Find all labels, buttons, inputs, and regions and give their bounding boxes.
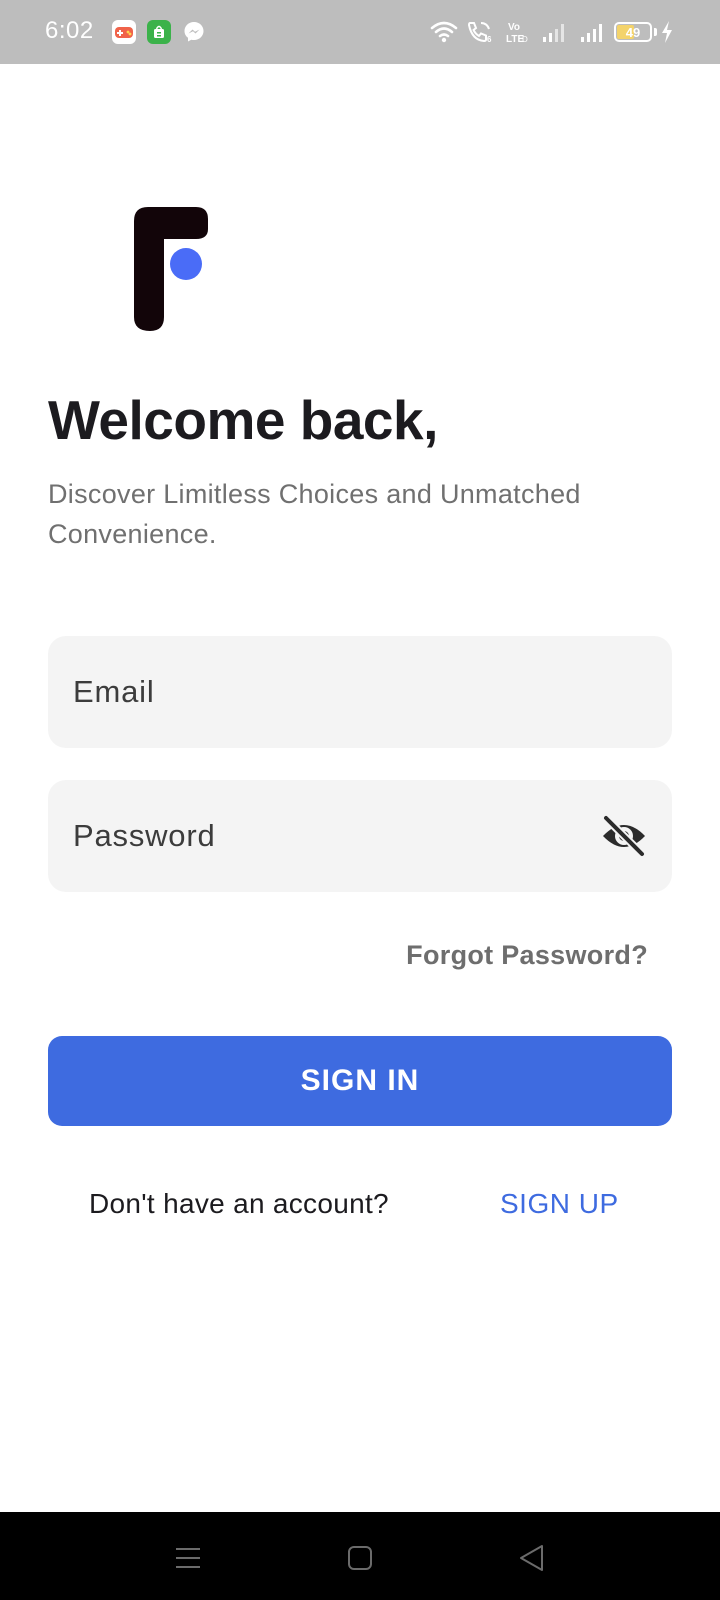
volte-icon: Vo LTE D <box>506 22 528 44</box>
status-time: 6:02 <box>45 17 94 44</box>
svg-text:6: 6 <box>487 35 492 44</box>
back-icon[interactable] <box>516 1542 548 1574</box>
navigation-bar <box>0 1512 720 1600</box>
forgot-password-link[interactable]: Forgot Password? <box>406 940 648 971</box>
charging-icon <box>662 21 672 43</box>
signup-prompt: Don't have an account? <box>89 1188 389 1219</box>
brand-logo-icon <box>134 207 208 331</box>
eye-off-icon[interactable] <box>600 814 648 858</box>
password-input[interactable] <box>73 818 593 854</box>
sign-up-link[interactable]: SIGN UP <box>500 1188 619 1220</box>
svg-text:D: D <box>522 35 528 44</box>
signup-row: Don't have an account? SIGN UP <box>0 1188 720 1228</box>
email-input[interactable] <box>73 674 593 710</box>
login-screen: 6:02 6 Vo LTE D 49 Welcome back, Discove… <box>0 0 720 1600</box>
password-field[interactable] <box>48 780 672 892</box>
game-app-icon <box>112 20 136 44</box>
signal-icon <box>581 24 602 42</box>
battery-tip <box>654 28 657 36</box>
messenger-icon <box>182 20 206 44</box>
svg-text:Vo: Vo <box>508 22 520 33</box>
home-icon[interactable] <box>344 1542 376 1574</box>
status-bar: 6:02 6 Vo LTE D 49 <box>0 0 720 64</box>
wifi-calling-icon: 6 <box>467 22 492 44</box>
wifi-icon <box>430 21 458 43</box>
battery-level-text: 49 <box>625 24 641 40</box>
store-app-icon <box>147 20 171 44</box>
battery-icon: 49 <box>614 22 652 42</box>
page-subtitle: Discover Limitless Choices and Unmatched… <box>48 479 581 549</box>
menu-icon[interactable] <box>172 1542 204 1574</box>
signal-icon <box>543 24 564 42</box>
page-title: Welcome back, <box>48 389 438 451</box>
email-field[interactable] <box>48 636 672 748</box>
sign-in-button[interactable]: SIGN IN <box>48 1036 672 1126</box>
